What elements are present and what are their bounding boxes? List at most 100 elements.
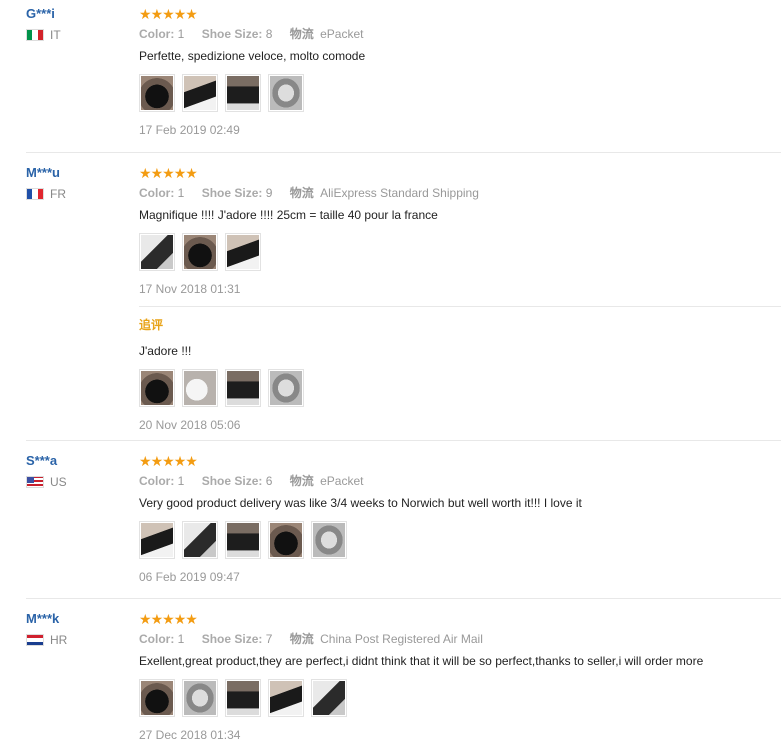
review-text: Exellent,great product,they are perfect,… <box>139 654 704 668</box>
review-photo-thumbnail[interactable] <box>225 679 261 717</box>
country-code: IT <box>50 28 61 42</box>
review-photo-thumbnail[interactable] <box>225 233 261 271</box>
star-icon: ★ <box>185 453 198 469</box>
country-code: FR <box>50 187 66 201</box>
review-photo-thumbnail[interactable] <box>225 521 261 559</box>
review-photo-thumbnail[interactable] <box>225 74 261 112</box>
review-photo-thumbnail[interactable] <box>182 679 218 717</box>
review-photo-thumbnail[interactable] <box>139 369 175 407</box>
review-body: ★ ★ ★ ★ ★ Color: 1 Shoe Size: 6 物流 ePacket V… <box>139 453 781 585</box>
shipping-label: 物流 <box>289 186 314 200</box>
country-code: US <box>50 475 67 489</box>
italy-flag-icon <box>26 29 44 41</box>
shoe-size-value: 8 <box>265 27 273 41</box>
review-divider <box>26 598 781 599</box>
review-photo-thumbnail[interactable] <box>268 521 304 559</box>
country-code: HR <box>50 633 68 647</box>
followup-date: 20 Nov 2018 05:06 <box>139 418 241 432</box>
shipping-label: 物流 <box>289 474 314 488</box>
review-photo-thumbnail[interactable] <box>182 369 218 407</box>
star-icon: ★ <box>185 6 198 22</box>
reviewer-country: IT <box>26 28 61 42</box>
shipping-value: ePacket <box>320 474 364 488</box>
shoe-size-label: Shoe Size: <box>201 186 263 200</box>
reviewer: M***k HR <box>26 611 67 647</box>
review-meta: Color: 1 Shoe Size: 8 物流 ePacket <box>139 26 781 42</box>
review-text: Perfette, spedizione veloce, molto comod… <box>139 49 366 63</box>
review-photos <box>139 74 781 112</box>
append-divider <box>139 306 781 307</box>
review-meta: Color: 1 Shoe Size: 6 物流 ePacket <box>139 473 781 489</box>
review-photos <box>139 521 781 559</box>
review-body: ★ ★ ★ ★ ★ Color: 1 Shoe Size: 7 物流 China Pos… <box>139 611 781 743</box>
star-rating: ★ ★ ★ ★ ★ <box>139 165 781 181</box>
reviewer-country: HR <box>26 633 67 647</box>
reviewer-name[interactable]: G***i <box>26 6 61 22</box>
reviewer-name[interactable]: M***u <box>26 165 66 181</box>
review-body: ★ ★ ★ ★ ★ Color: 1 Shoe Size: 9 物流 AliExpres… <box>139 165 781 297</box>
color-label: Color: <box>139 27 175 41</box>
review-photo-thumbnail[interactable] <box>182 233 218 271</box>
shipping-value: AliExpress Standard Shipping <box>320 186 479 200</box>
review-date: 17 Nov 2018 01:31 <box>139 282 241 296</box>
review-body: ★ ★ ★ ★ ★ Color: 1 Shoe Size: 8 物流 ePacket P… <box>139 6 781 138</box>
review-photo-thumbnail[interactable] <box>225 369 261 407</box>
review-photo-thumbnail[interactable] <box>268 74 304 112</box>
followup-photos <box>139 369 781 407</box>
reviewer: M***u FR <box>26 165 66 201</box>
review-text: Very good product delivery was like 3/4 … <box>139 496 582 510</box>
reviewer: S***a US <box>26 453 67 489</box>
review-photo-thumbnail[interactable] <box>139 679 175 717</box>
review-photos <box>139 233 781 271</box>
shoe-size-label: Shoe Size: <box>201 632 263 646</box>
shipping-value: ePacket <box>320 27 364 41</box>
reviewer-name[interactable]: S***a <box>26 453 67 469</box>
review-date: 17 Feb 2019 02:49 <box>139 123 240 137</box>
review-photo-thumbnail[interactable] <box>182 521 218 559</box>
review-date: 27 Dec 2018 01:34 <box>139 728 241 742</box>
reviewer-country: FR <box>26 187 66 201</box>
shipping-label: 物流 <box>289 27 314 41</box>
followup-label: 追评 <box>139 318 164 332</box>
color-label: Color: <box>139 186 175 200</box>
shipping-value: China Post Registered Air Mail <box>320 632 483 646</box>
shoe-size-value: 7 <box>265 632 273 646</box>
color-value: 1 <box>177 632 185 646</box>
star-rating: ★ ★ ★ ★ ★ <box>139 6 781 22</box>
review-photo-thumbnail[interactable] <box>182 74 218 112</box>
shoe-size-value: 9 <box>265 186 273 200</box>
france-flag-icon <box>26 188 44 200</box>
review-photo-thumbnail[interactable] <box>268 679 304 717</box>
review-photo-thumbnail[interactable] <box>139 233 175 271</box>
shoe-size-label: Shoe Size: <box>201 27 263 41</box>
followup-body: 追评 J'adore !!! 20 Nov 2018 05:06 <box>139 317 781 433</box>
star-rating: ★ ★ ★ ★ ★ <box>139 611 781 627</box>
star-icon: ★ <box>185 165 198 181</box>
star-rating: ★ ★ ★ ★ ★ <box>139 453 781 469</box>
review-meta: Color: 1 Shoe Size: 7 物流 China Post Regi… <box>139 631 781 647</box>
shoe-size-label: Shoe Size: <box>201 474 263 488</box>
review-divider <box>26 152 781 153</box>
review-text: Magnifique !!!! J'adore !!!! 25cm = tail… <box>139 208 438 222</box>
review-date: 06 Feb 2019 09:47 <box>139 570 240 584</box>
review-photo-thumbnail[interactable] <box>311 679 347 717</box>
review-photo-thumbnail[interactable] <box>139 74 175 112</box>
review-photo-thumbnail[interactable] <box>311 521 347 559</box>
color-label: Color: <box>139 474 175 488</box>
reviewer-country: US <box>26 475 67 489</box>
usa-flag-icon <box>26 476 44 488</box>
followup-text: J'adore !!! <box>139 344 192 358</box>
star-icon: ★ <box>185 611 198 627</box>
shoe-size-value: 6 <box>265 474 273 488</box>
reviews-feed: G***i IT ★ ★ ★ ★ ★ Color: 1 Shoe Size: 8 物流 … <box>0 0 781 742</box>
shipping-label: 物流 <box>289 632 314 646</box>
color-value: 1 <box>177 186 185 200</box>
croatia-flag-icon <box>26 634 44 646</box>
review-photo-thumbnail[interactable] <box>139 521 175 559</box>
reviewer-name[interactable]: M***k <box>26 611 67 627</box>
color-value: 1 <box>177 27 185 41</box>
review-photos <box>139 679 781 717</box>
review-divider <box>26 440 781 441</box>
review-photo-thumbnail[interactable] <box>268 369 304 407</box>
color-value: 1 <box>177 474 185 488</box>
